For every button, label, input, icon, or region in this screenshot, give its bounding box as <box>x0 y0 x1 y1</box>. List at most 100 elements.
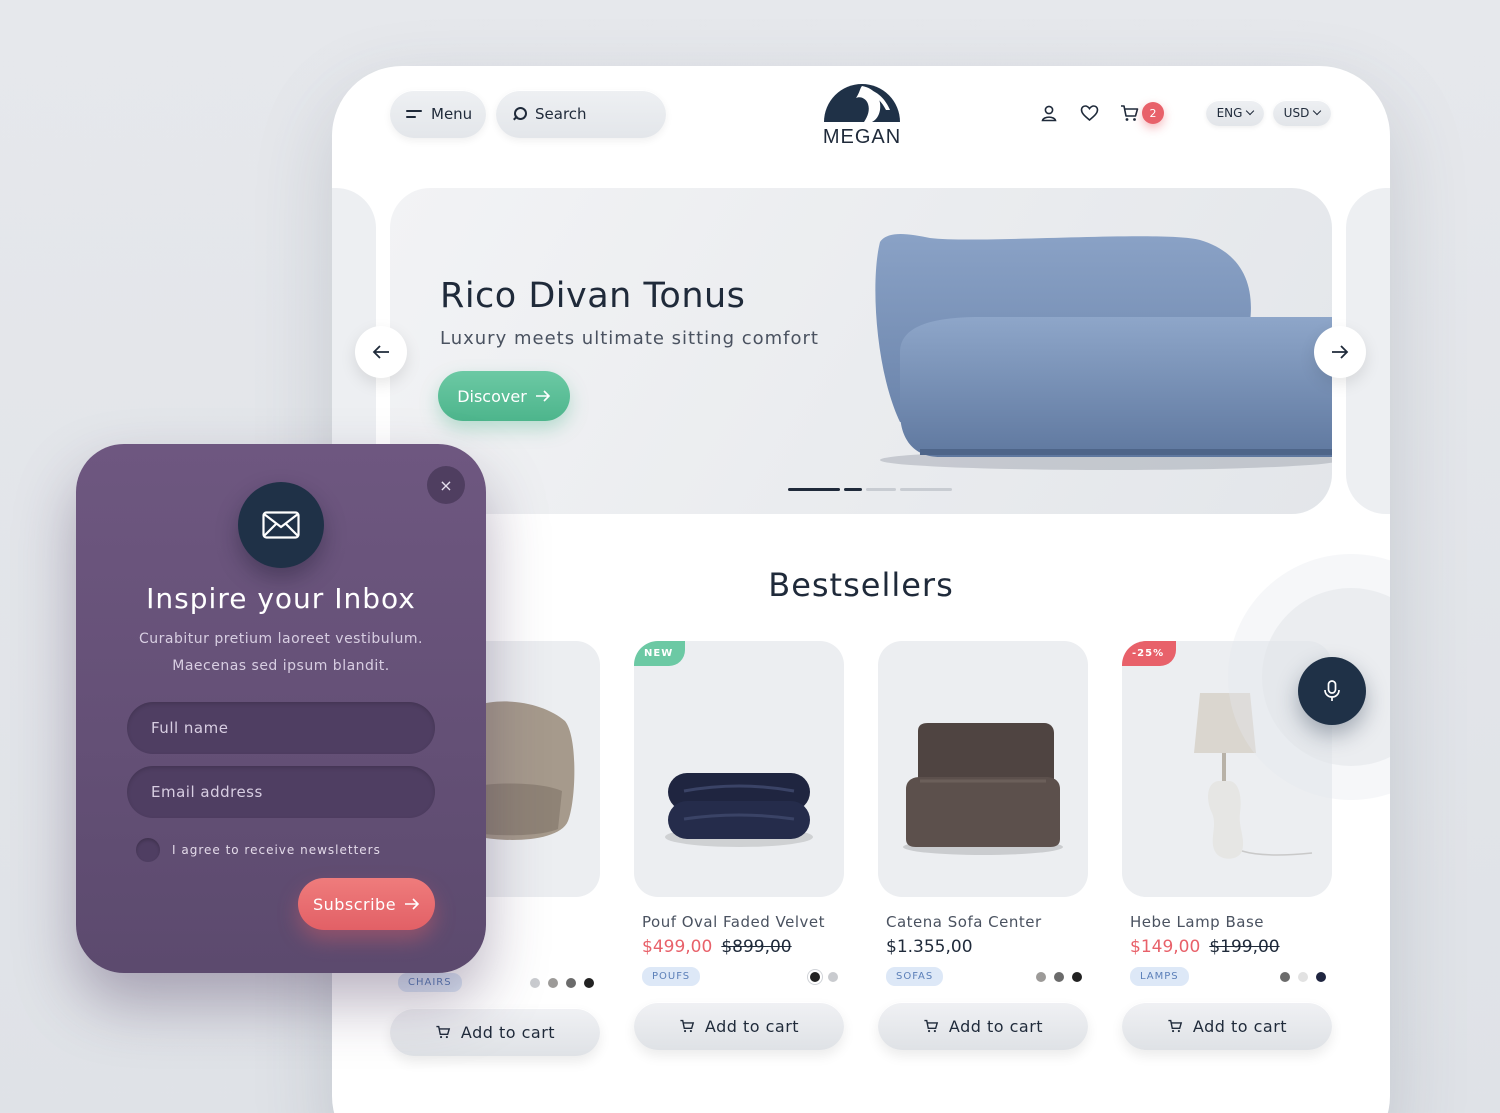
product-card[interactable]: NEW Pouf Oval Faded Velvet $499,00 $899,… <box>634 641 844 1050</box>
sale-price: $499,00 <box>642 937 713 957</box>
full-name-input[interactable] <box>127 702 435 754</box>
cart-icon <box>680 1019 695 1033</box>
close-button[interactable]: × <box>427 466 465 504</box>
language-value: ENG <box>1216 106 1243 120</box>
email-input[interactable] <box>127 766 435 818</box>
voice-search-button[interactable] <box>1298 657 1366 725</box>
newsletter-title: Inspire your Inbox <box>146 582 416 615</box>
arrow-left-icon <box>372 345 389 359</box>
color-swatch[interactable] <box>828 971 838 982</box>
color-swatch[interactable] <box>1036 971 1046 982</box>
color-swatches <box>530 977 594 988</box>
microphone-icon <box>1324 680 1340 701</box>
search-button[interactable]: Search <box>496 90 666 138</box>
newsletter-modal: × Inspire your Inbox Curabitur pretium l… <box>76 444 486 973</box>
product-image[interactable]: NEW <box>634 641 844 897</box>
store-window: Menu Search MEGAN 2 ENG USD Rico Divan T… <box>332 66 1390 1113</box>
product-name[interactable]: Pouf Oval Faded Velvet <box>642 913 844 931</box>
sofa-image <box>875 234 1332 470</box>
bestsellers-title: Bestsellers <box>768 566 954 604</box>
brand-mark-icon <box>824 84 900 122</box>
discover-button[interactable]: Discover <box>438 371 570 421</box>
original-price: $899,00 <box>721 937 792 957</box>
category-tag[interactable]: CHAIRS <box>398 973 462 992</box>
cart-icon <box>1168 1019 1183 1033</box>
subscribe-label: Subscribe <box>312 894 397 914</box>
previous-slide-button[interactable] <box>355 326 407 378</box>
add-to-cart-button[interactable]: Add to cart <box>878 1002 1088 1050</box>
add-to-cart-button[interactable]: Add to cart <box>634 1002 844 1050</box>
brand-name: MEGAN <box>822 126 902 148</box>
currency-select[interactable]: USD <box>1273 100 1331 126</box>
product-card[interactable]: Catena Sofa Center $1.355,00 SOFAS Add t… <box>878 641 1088 1050</box>
pouf-image <box>665 773 813 847</box>
slide-dot[interactable] <box>844 488 862 491</box>
cart-icon <box>436 1025 451 1039</box>
search-label: Search <box>535 105 587 123</box>
hero-subtitle: Luxury meets ultimate sitting comfort <box>440 328 819 349</box>
add-to-cart-label: Add to cart <box>460 1022 556 1042</box>
category-tag[interactable]: POUFS <box>642 967 701 986</box>
category-tag[interactable]: SOFAS <box>886 967 944 986</box>
color-swatch[interactable] <box>1054 971 1064 982</box>
add-to-cart-label: Add to cart <box>1192 1016 1288 1036</box>
consent-label: I agree to receive newsletters <box>172 843 381 857</box>
color-swatch[interactable] <box>1298 971 1308 982</box>
sofa-module-image <box>903 723 1063 855</box>
arrow-right-icon <box>535 390 550 402</box>
product-name[interactable]: Hebe Lamp Base <box>1130 913 1332 931</box>
close-icon: × <box>439 475 453 495</box>
menu-button[interactable]: Menu <box>390 90 486 138</box>
hamburger-icon <box>406 109 422 119</box>
search-icon <box>512 107 527 121</box>
color-swatch[interactable] <box>548 977 558 988</box>
consent-checkbox[interactable] <box>136 838 160 862</box>
color-swatches <box>1280 971 1326 982</box>
color-swatch[interactable] <box>810 971 820 982</box>
color-swatch[interactable] <box>584 977 594 988</box>
heart-icon[interactable] <box>1078 102 1100 124</box>
slide-dot[interactable] <box>788 488 840 491</box>
newsletter-description: Curabitur pretium laoreet vestibulum. Ma… <box>139 631 423 674</box>
language-select[interactable]: ENG <box>1206 100 1264 126</box>
cart-icon <box>924 1019 939 1033</box>
add-to-cart-label: Add to cart <box>948 1016 1044 1036</box>
chevron-down-icon <box>1313 106 1322 116</box>
color-swatches <box>1036 971 1082 982</box>
arrow-right-icon <box>405 898 420 910</box>
subscribe-button[interactable]: Subscribe <box>298 878 435 930</box>
discover-label: Discover <box>457 386 527 406</box>
color-swatch[interactable] <box>566 977 576 988</box>
product-image[interactable] <box>878 641 1088 897</box>
arrow-right-icon <box>1332 345 1349 359</box>
cart-icon[interactable] <box>1118 102 1140 124</box>
original-price: $199,00 <box>1209 937 1280 957</box>
sale-price: $149,00 <box>1130 937 1201 957</box>
slide-indicators <box>788 488 952 491</box>
new-badge: NEW <box>634 641 686 666</box>
color-swatch[interactable] <box>1280 971 1290 982</box>
menu-label: Menu <box>431 105 473 123</box>
user-icon[interactable] <box>1038 102 1060 124</box>
slide-dot[interactable] <box>866 488 896 491</box>
category-tag[interactable]: LAMPS <box>1130 967 1189 986</box>
hero-slide: Rico Divan Tonus Luxury meets ultimate s… <box>390 188 1332 514</box>
currency-value: USD <box>1283 106 1310 120</box>
add-to-cart-button[interactable]: Add to cart <box>1122 1002 1332 1050</box>
envelope-icon <box>262 511 300 539</box>
chevron-down-icon <box>1246 106 1255 116</box>
envelope-badge <box>238 482 324 568</box>
add-to-cart-label: Add to cart <box>704 1016 800 1036</box>
color-swatch[interactable] <box>1316 971 1326 982</box>
price: $1.355,00 <box>886 937 973 957</box>
color-swatch[interactable] <box>530 977 540 988</box>
color-swatches <box>810 971 838 982</box>
newsletter-consent[interactable]: I agree to receive newsletters <box>136 838 381 862</box>
add-to-cart-button[interactable]: Add to cart <box>390 1008 600 1056</box>
next-slide-button[interactable] <box>1314 326 1366 378</box>
color-swatch[interactable] <box>1072 971 1082 982</box>
hero-title: Rico Divan Tonus <box>440 276 746 316</box>
product-name[interactable]: Catena Sofa Center <box>886 913 1088 931</box>
slide-dot[interactable] <box>900 488 952 491</box>
brand-logo[interactable]: MEGAN <box>812 80 912 149</box>
